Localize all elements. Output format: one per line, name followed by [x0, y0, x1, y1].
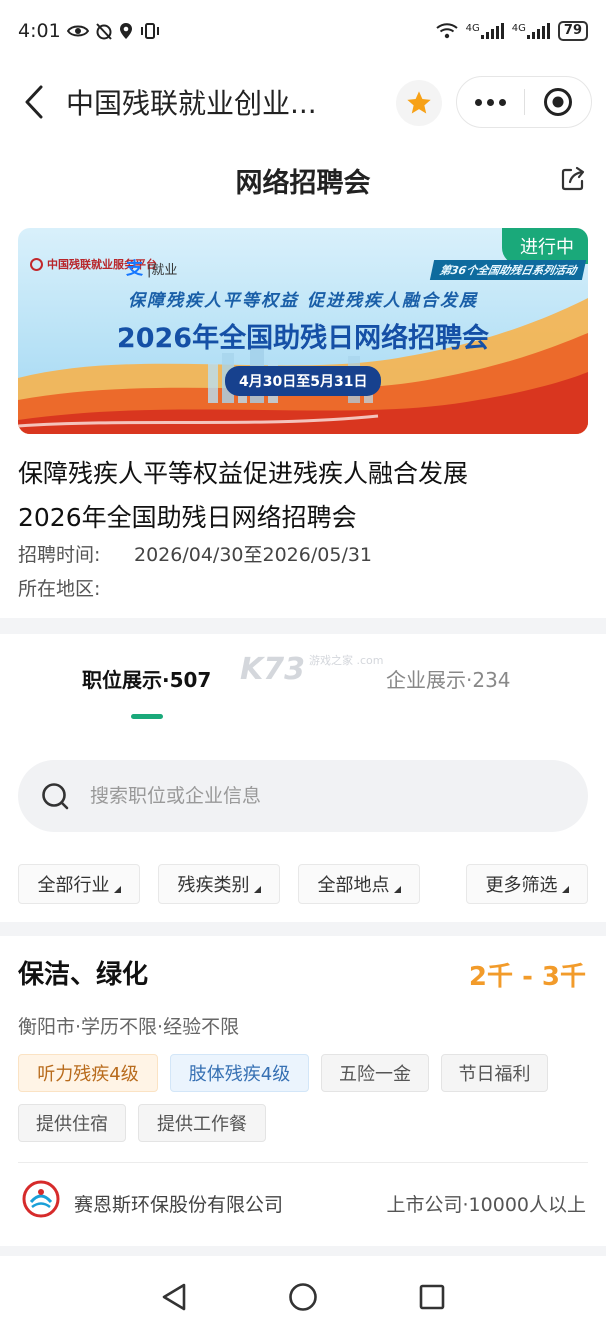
- back-button[interactable]: [6, 62, 62, 142]
- signal-bars-2-icon: [526, 23, 550, 39]
- job-tag: 听力残疾4级: [18, 1054, 158, 1092]
- company-info: 上市公司·10000人以上: [386, 1194, 586, 1216]
- event-banner[interactable]: 中国残联就业服务平台 支 |就业 进行中 第36个全国助残日系列活动 保障残疾人平…: [18, 228, 588, 434]
- square-recents-icon: [419, 1284, 445, 1310]
- event-title: 保障残疾人平等权益促进残疾人融合发展 2026年全国助残日网络招聘会: [18, 452, 588, 540]
- favorite-button[interactable]: [396, 80, 442, 126]
- filter-disability-type[interactable]: 残疾类别: [158, 864, 280, 904]
- filter-industry-label: 全部行业: [37, 875, 110, 896]
- banner-partner: 支 |就业: [126, 259, 178, 279]
- watermark-sub: 游戏之家 .com: [309, 654, 384, 667]
- banner-partner-text: 就业: [151, 263, 178, 278]
- section-divider: [0, 922, 606, 936]
- job-tag: 肢体残疾4级: [170, 1054, 309, 1092]
- circle-home-icon: [289, 1283, 317, 1311]
- recruit-time-value: 2026/04/30至2026/05/31: [134, 544, 373, 566]
- status-bar: 4:01 4G 4G 79: [0, 0, 606, 62]
- star-icon: [407, 91, 431, 114]
- job-tag: 五险一金: [321, 1054, 429, 1092]
- battery-icon: 79: [557, 21, 588, 41]
- company-name: 赛恩斯环保股份有限公司: [74, 1194, 284, 1216]
- job-title: 保洁、绿化: [18, 960, 149, 990]
- filter-disability-type-label: 残疾类别: [177, 875, 250, 896]
- job-card[interactable]: 保洁、绿化 2千 - 3千 衡阳市·学历不限·经验不限 听力残疾4级 肢体残疾4…: [0, 936, 606, 1246]
- watermark-brand: K73: [240, 652, 305, 687]
- system-recents-button[interactable]: [417, 1282, 447, 1312]
- share-icon: [561, 166, 585, 191]
- network-type-2: 4G: [511, 23, 526, 34]
- mini-program-capsule: [456, 76, 592, 128]
- filter-location[interactable]: 全部地点: [298, 864, 420, 904]
- page-header: 网络招聘会: [0, 150, 606, 210]
- active-tab-indicator: [131, 714, 163, 719]
- job-salary: 2千 - 3千: [468, 962, 586, 992]
- vibrate-icon: [140, 23, 159, 39]
- filter-more-label: 更多筛选: [485, 875, 558, 896]
- banner-date-range: 4月30日至5月31日: [225, 366, 382, 396]
- status-badge: 进行中: [502, 228, 588, 264]
- banner-series-label: 第36个全国助残日系列活动: [429, 260, 587, 280]
- dropdown-triangle-icon: [253, 885, 261, 893]
- filter-more[interactable]: 更多筛选: [466, 864, 588, 904]
- system-back-button[interactable]: [159, 1282, 189, 1312]
- region-row: 所在地区:: [18, 574, 134, 601]
- page-title: 网络招聘会: [235, 167, 371, 199]
- banner-headline: 2026年全国助残日网络招聘会: [116, 323, 490, 354]
- recruit-time-row: 招聘时间: 2026/04/30至2026/05/31: [18, 540, 372, 567]
- watermark: K73 游戏之家 .com: [240, 652, 384, 687]
- job-tag: 节日福利: [441, 1054, 548, 1092]
- dropdown-triangle-icon: [561, 885, 569, 893]
- signal-2: 4G: [512, 23, 550, 39]
- system-nav-bar: [0, 1256, 606, 1333]
- region-label: 所在地区:: [18, 578, 101, 600]
- system-home-button[interactable]: [288, 1282, 318, 1312]
- job-meta: 衡阳市·学历不限·经验不限: [18, 1016, 240, 1038]
- nav-bar: 中国残联就业创业...: [0, 62, 606, 142]
- filter-location-label: 全部地点: [317, 875, 390, 896]
- search-input[interactable]: [90, 785, 550, 807]
- banner-slogan: 保障残疾人平等权益 促进残疾人融合发展: [128, 291, 478, 311]
- tab-bar: K73 游戏之家 .com 职位展示·507 企业展示·234: [0, 634, 606, 726]
- dropdown-triangle-icon: [393, 885, 401, 893]
- close-mini-program-button[interactable]: [525, 87, 592, 117]
- target-icon: [543, 88, 572, 116]
- job-tag: 提供工作餐: [138, 1104, 266, 1142]
- tab-positions[interactable]: 职位展示·507: [82, 664, 211, 693]
- job-tag: 提供住宿: [18, 1104, 126, 1142]
- event-title-line-2: 2026年全国助残日网络招聘会: [18, 503, 357, 532]
- alipay-logo-icon: 支: [126, 259, 143, 279]
- more-button[interactable]: [457, 98, 524, 106]
- eye-icon: [66, 25, 89, 37]
- alarm-off-icon: [95, 23, 112, 40]
- job-card-divider: [18, 1162, 588, 1163]
- signal-bars-1-icon: [480, 23, 504, 39]
- share-button[interactable]: [560, 166, 586, 196]
- filter-industry[interactable]: 全部行业: [18, 864, 140, 904]
- signal-1: 4G: [466, 23, 504, 39]
- dropdown-triangle-icon: [113, 885, 121, 893]
- network-type-1: 4G: [465, 23, 480, 34]
- search-icon: [42, 783, 69, 810]
- search-bar[interactable]: [18, 760, 588, 832]
- status-time: 4:01: [18, 20, 61, 42]
- wifi-icon: [436, 23, 458, 39]
- nav-title: 中国残联就业创业...: [66, 87, 317, 120]
- recruit-time-label: 招聘时间:: [18, 544, 101, 566]
- company-logo-icon: [22, 1180, 60, 1218]
- section-divider: [0, 618, 606, 634]
- triangle-back-icon: [162, 1283, 186, 1311]
- chevron-left-icon: [25, 85, 43, 119]
- section-divider: [0, 1246, 606, 1256]
- tab-companies[interactable]: 企业展示·234: [386, 664, 511, 693]
- cdpf-logo-icon: [30, 257, 43, 271]
- location-icon: [119, 23, 132, 39]
- filter-bar: 全部行业 残疾类别 全部地点 更多筛选: [0, 864, 606, 904]
- event-title-line-1: 保障残疾人平等权益促进残疾人融合发展: [18, 459, 469, 488]
